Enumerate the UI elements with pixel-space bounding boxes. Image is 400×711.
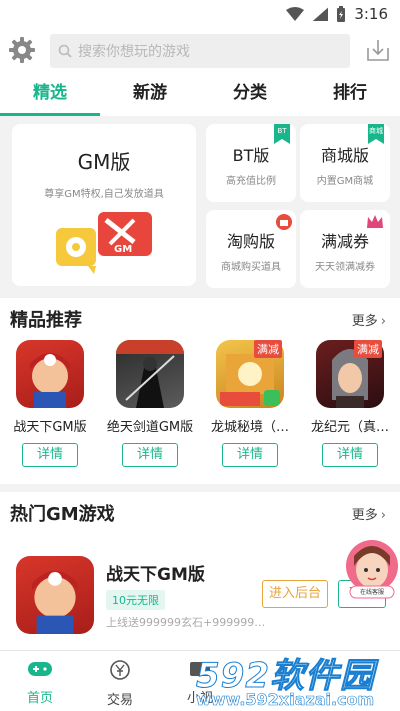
hot-game-row[interactable]: 战天下GM版 10元无限 上线送999999玄石+999999… 进入后台 下载 [0, 550, 400, 640]
download-manager-icon[interactable] [366, 38, 390, 62]
hot-more-link[interactable]: 更多 › [352, 504, 386, 523]
details-button[interactable]: 详情 [222, 443, 278, 467]
battery-icon [337, 6, 346, 22]
featured-game-item[interactable]: 战天下GM版 详情 [0, 340, 100, 467]
details-button[interactable]: 详情 [22, 443, 78, 467]
bt-version-card[interactable]: BT BT版 高充值比例 [206, 124, 296, 202]
tab-ranking[interactable]: 排行 [300, 74, 400, 116]
featured-section: 精品推荐 更多 › 战天下GM版 详情 绝天剑道GM版 详情 满减 龙城秘境（… … [0, 298, 400, 484]
featured-games: 战天下GM版 详情 绝天剑道GM版 详情 满减 龙城秘境（… 详情 满减 龙纪元… [0, 340, 400, 467]
svg-text:GM: GM [114, 244, 132, 255]
crown-icon [367, 215, 383, 228]
chevron-right-icon: › [380, 314, 386, 329]
top-bar: 搜索你想玩的游戏 [0, 28, 400, 74]
game-icon [16, 556, 94, 634]
discount-badge: 10元无限 [106, 590, 165, 610]
game-icon [116, 340, 184, 408]
watermark-url: www.592xiazai.com [196, 690, 375, 710]
nav-home[interactable]: 首页 [0, 651, 80, 711]
nav-home-label: 首页 [26, 691, 53, 706]
customer-service-button[interactable]: 在线客服 [344, 540, 400, 600]
featured-game-item[interactable]: 满减 龙城秘境（… 详情 [200, 340, 300, 467]
taogou-version-subtitle: 商城购买道具 [221, 262, 281, 273]
gm-version-title: GM版 [77, 150, 131, 174]
more-label: 更多 [351, 314, 378, 329]
tab-featured[interactable]: 精选 [0, 74, 100, 116]
taogou-version-title: 淘购版 [226, 232, 275, 251]
mall-version-subtitle: 内置GM商城 [316, 176, 374, 187]
bt-version-subtitle: 高充值比例 [226, 176, 276, 187]
search-input[interactable]: 搜索你想玩的游戏 [50, 34, 350, 68]
featured-game-item[interactable]: 绝天剑道GM版 详情 [100, 340, 200, 467]
search-icon [58, 44, 72, 58]
gear-icon[interactable] [8, 36, 36, 64]
bt-badge: BT [274, 124, 290, 144]
featured-more-link[interactable]: 更多 › [352, 310, 386, 329]
discount-tag: 满减 [354, 340, 382, 358]
customer-service-label: 在线客服 [359, 589, 384, 596]
enter-backend-button[interactable]: 进入后台 [262, 580, 328, 608]
hot-gm-title: 热门GM游戏 [10, 504, 115, 525]
manjian-coupon-subtitle: 天天领满减券 [315, 262, 375, 273]
mall-version-title: 商城版 [320, 146, 369, 165]
mall-badge: 商城 [368, 124, 384, 144]
gamepad-icon [28, 662, 52, 676]
discount-tag: 满减 [254, 340, 282, 358]
yuan-coin-icon [110, 660, 130, 680]
featured-title: 精品推荐 [10, 310, 82, 331]
status-bar: 3:16 [0, 0, 400, 28]
game-name: 战天下GM版 [13, 420, 87, 435]
signal-icon [312, 7, 329, 21]
game-name: 绝天剑道GM版 [106, 420, 194, 435]
chevron-right-icon: › [380, 508, 386, 523]
gm-tools-illustration: GM [56, 212, 152, 274]
nav-trade-label: 交易 [106, 693, 133, 708]
more-label: 更多 [351, 508, 378, 523]
hot-game-name: 战天下GM版 [106, 565, 205, 585]
hot-gm-section: 热门GM游戏 更多 › 战天下GM版 10元无限 上线送999999玄石+9999… [0, 492, 400, 650]
gm-version-card[interactable]: GM版 尊享GM特权,自己发放道具 GM [12, 124, 196, 286]
site-watermark: 592软件园 www.592xiazai.com [190, 646, 400, 711]
tab-categories[interactable]: 分类 [200, 74, 300, 116]
game-icon [16, 340, 84, 408]
wifi-icon [286, 7, 305, 21]
hot-game-description: 上线送999999玄石+999999… [106, 616, 266, 629]
nav-trade[interactable]: 交易 [80, 651, 160, 711]
manjian-coupon-title: 满减券 [320, 232, 369, 251]
search-placeholder: 搜索你想玩的游戏 [78, 44, 190, 60]
version-categories: GM版 尊享GM特权,自己发放道具 GM BT BT版 高充值比例 商城 商城版… [0, 116, 400, 292]
shopping-bag-icon [276, 214, 292, 230]
taogou-version-card[interactable]: 淘购版 商城购买道具 [206, 210, 296, 288]
game-name: 龙城秘境（… [210, 420, 289, 435]
bt-version-title: BT版 [232, 146, 270, 165]
clock: 3:16 [354, 5, 388, 23]
details-button[interactable]: 详情 [322, 443, 378, 467]
mall-version-card[interactable]: 商城 商城版 内置GM商城 [300, 124, 390, 202]
featured-game-item[interactable]: 满减 龙纪元（真… 详情 [300, 340, 400, 467]
manjian-coupon-card[interactable]: 满减券 天天领满减券 [300, 210, 390, 288]
game-name: 龙纪元（真… [310, 420, 389, 435]
details-button[interactable]: 详情 [122, 443, 178, 467]
gm-version-subtitle: 尊享GM特权,自己发放道具 [44, 189, 164, 200]
tab-new-games[interactable]: 新游 [100, 74, 200, 116]
tab-bar: 精选 新游 分类 排行 [0, 74, 400, 116]
